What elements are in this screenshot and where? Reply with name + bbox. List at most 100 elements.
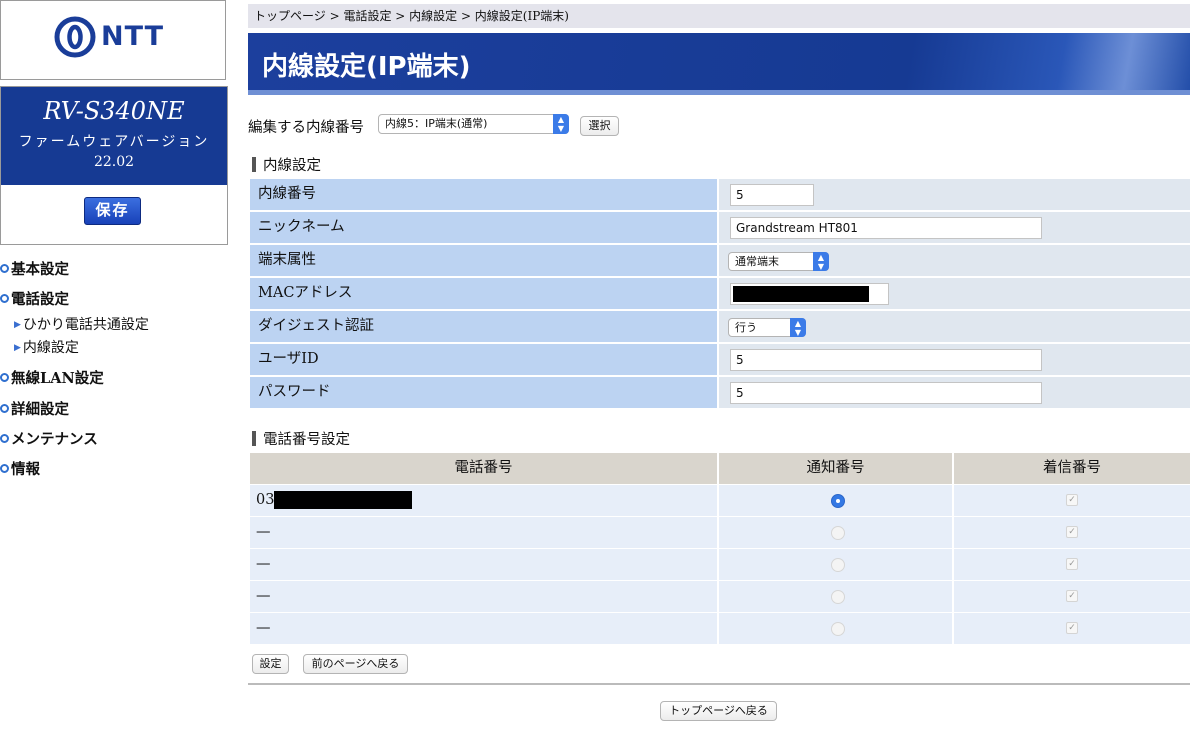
table-row: 内線番号 5 (248, 179, 1190, 210)
incoming-checkbox[interactable]: ✓ (1066, 558, 1078, 570)
edit-extension-label: 編集する内線番号 (248, 120, 364, 136)
title-band: 内線設定(IP端末) (248, 33, 1190, 95)
nickname-label: ニックネーム (250, 212, 717, 243)
mac-address-input[interactable] (730, 283, 889, 305)
nav-label: 詳細設定 (11, 401, 69, 418)
section-label: 電話番号設定 (263, 432, 350, 448)
terminal-attribute-value: 通常端末 (735, 255, 779, 268)
firmware-version: 22.02 (93, 154, 135, 170)
incoming-checkbox[interactable]: ✓ (1066, 494, 1078, 506)
column-header-notify: 通知番号 (719, 453, 952, 484)
digest-auth-label: ダイジェスト認証 (250, 311, 717, 342)
value-cell: 5 (719, 377, 1190, 408)
extension-select[interactable]: 内線5：IP端末(通常) ▲ ▼ (378, 114, 569, 134)
nav-item-extension[interactable]: ▶ 内線設定 (14, 337, 79, 357)
notify-radio[interactable] (831, 526, 845, 540)
notify-cell (719, 517, 952, 548)
chevron-updown-icon: ▲ ▼ (790, 318, 806, 337)
value-cell: Grandstream HT801 (719, 212, 1190, 243)
password-label: パスワード (250, 377, 717, 408)
nav-label: ひかり電話共通設定 (22, 317, 149, 333)
extension-number-label: 内線番号 (250, 179, 717, 210)
nav-item-maintenance[interactable]: メンテナンス (0, 428, 98, 449)
notify-radio[interactable] (831, 622, 845, 636)
sidebar: NTT RV-S340NE ファームウェアバージョン 22.02 保存 基本設定… (0, 0, 228, 729)
divider (248, 683, 1190, 685)
value-cell: 行う ▲ ▼ (719, 311, 1190, 342)
value-cell (719, 278, 1190, 309)
phone-number-cell: — (250, 517, 717, 548)
extension-section-title: 内線設定 (252, 154, 321, 175)
chevron-updown-icon: ▲ ▼ (553, 114, 569, 134)
terminal-attribute-label: 端末属性 (250, 245, 717, 276)
firmware-label: ファームウェアバージョン (18, 134, 210, 150)
section-bar (252, 431, 256, 446)
notify-radio[interactable] (831, 590, 845, 604)
nav-label: 基本設定 (11, 261, 69, 278)
device-band: RV-S340NE ファームウェアバージョン 22.02 (1, 87, 227, 185)
notify-cell (719, 485, 952, 516)
triangle-right-icon: ▶ (14, 320, 21, 330)
value-cell: 5 (719, 179, 1190, 210)
nav-label: 情報 (11, 461, 40, 478)
set-button[interactable]: 設定 (252, 654, 289, 674)
back-to-top-button[interactable]: トップページへ戻る (660, 701, 777, 721)
phone-number-cell: — (250, 549, 717, 580)
back-button[interactable]: 前のページへ戻る (303, 654, 408, 674)
notify-radio[interactable] (831, 494, 845, 508)
chevron-updown-icon: ▲ ▼ (813, 252, 829, 271)
phone-number-cell: — (250, 581, 717, 612)
incoming-checkbox[interactable]: ✓ (1066, 590, 1078, 602)
value-cell: 5 (719, 344, 1190, 375)
logo-text: NTT (101, 21, 165, 52)
incoming-cell: ✓ (954, 517, 1190, 548)
ntt-logo: NTT (0, 0, 226, 80)
redaction-block (274, 491, 412, 509)
nav-item-wlan[interactable]: 無線LAN設定 (0, 367, 104, 388)
incoming-checkbox[interactable]: ✓ (1066, 622, 1078, 634)
notify-radio[interactable] (831, 558, 845, 572)
extension-number-input[interactable]: 5 (730, 184, 814, 206)
incoming-cell: ✓ (954, 549, 1190, 580)
section-label: 内線設定 (263, 158, 321, 174)
notify-cell (719, 549, 952, 580)
user-id-label: ユーザID (250, 344, 717, 375)
password-input[interactable]: 5 (730, 382, 1042, 404)
nav-item-phone-common[interactable]: ▶ ひかり電話共通設定 (14, 314, 149, 334)
select-button[interactable]: 選択 (580, 116, 619, 136)
notify-cell (719, 581, 952, 612)
table-row: ユーザID 5 (248, 344, 1190, 375)
table-row: パスワード 5 (248, 377, 1190, 408)
breadcrumb: トップページ > 電話設定 > 内線設定 > 内線設定(IP端末) (248, 4, 1190, 28)
triangle-right-icon: ▶ (14, 343, 21, 353)
incoming-cell: ✓ (954, 613, 1190, 644)
redaction-block (733, 286, 869, 302)
mac-address-label: MACアドレス (250, 278, 717, 309)
nav-item-info[interactable]: 情報 (0, 458, 40, 479)
table-row: ニックネーム Grandstream HT801 (248, 212, 1190, 243)
nav-label: メンテナンス (11, 431, 98, 448)
nav-item-phone[interactable]: 電話設定 (0, 288, 69, 309)
user-id-input[interactable]: 5 (730, 349, 1042, 371)
incoming-checkbox[interactable]: ✓ (1066, 526, 1078, 538)
digest-auth-value: 行う (735, 321, 757, 334)
table-row: — ✓ (248, 581, 1190, 612)
terminal-attribute-select[interactable]: 通常端末 ▲ ▼ (728, 252, 829, 271)
nav-label: 電話設定 (11, 291, 69, 308)
nav-item-advanced[interactable]: 詳細設定 (0, 398, 69, 419)
save-button[interactable]: 保存 (84, 197, 141, 225)
phone-number-cell: — (250, 613, 717, 644)
incoming-cell: ✓ (954, 581, 1190, 612)
section-bar (252, 157, 256, 172)
digest-auth-select[interactable]: 行う ▲ ▼ (728, 318, 806, 337)
bullet-icon (0, 373, 9, 382)
column-header-incoming: 着信番号 (954, 453, 1190, 484)
bullet-icon (0, 404, 9, 413)
page-title: 内線設定(IP端末) (262, 52, 471, 82)
nav-item-basic[interactable]: 基本設定 (0, 258, 69, 279)
table-row: MACアドレス (248, 278, 1190, 309)
nickname-input[interactable]: Grandstream HT801 (730, 217, 1042, 239)
bullet-icon (0, 294, 9, 303)
nav-label: 内線設定 (22, 340, 79, 356)
table-row: 端末属性 通常端末 ▲ ▼ (248, 245, 1190, 276)
